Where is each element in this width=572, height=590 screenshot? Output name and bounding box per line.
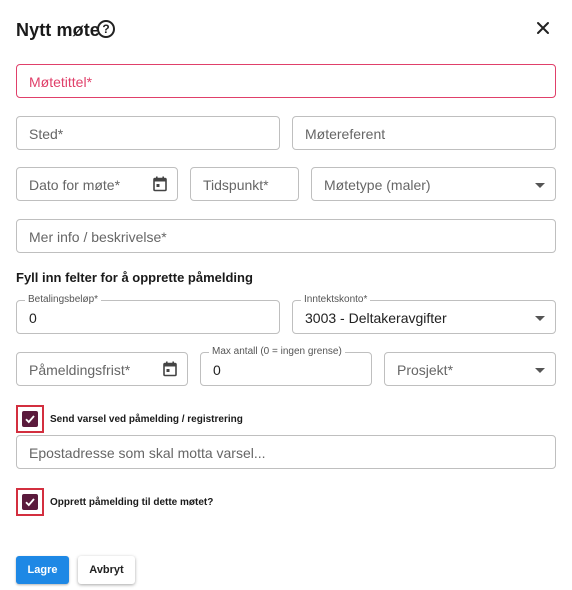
notify-email-input[interactable]: Epostadresse som skal motta varsel... — [16, 435, 556, 469]
fee-value: 0 — [29, 310, 37, 326]
meeting-type-select[interactable]: Møtetype (maler) — [311, 167, 556, 201]
meeting-type-placeholder: Møtetype (maler) — [324, 177, 431, 193]
create-registration-checkbox-label: Opprett påmelding til dette møtet? — [50, 497, 214, 508]
help-icon[interactable]: ? — [97, 20, 115, 38]
notify-email-placeholder: Epostadresse som skal motta varsel... — [29, 445, 266, 461]
deadline-placeholder: Påmeldingsfrist* — [29, 362, 131, 378]
cancel-button[interactable]: Avbryt — [78, 556, 135, 584]
registration-section-title: Fyll inn felter for å opprette påmelding — [16, 270, 253, 285]
time-placeholder: Tidspunkt* — [203, 177, 269, 193]
description-placeholder: Mer info / beskrivelse* — [29, 229, 167, 245]
minute-taker-placeholder: Møtereferent — [305, 126, 386, 142]
meeting-date-placeholder: Dato for møte* — [29, 177, 121, 193]
description-input[interactable]: Mer info / beskrivelse* — [16, 219, 556, 253]
income-account-label: Inntektskonto* — [301, 294, 371, 306]
chevron-down-icon — [535, 368, 545, 373]
location-placeholder: Sted* — [29, 126, 64, 142]
time-input[interactable]: Tidspunkt* — [190, 167, 299, 201]
dialog-header: Nytt møte ? — [16, 18, 556, 44]
notify-checkbox-label: Send varsel ved påmelding / registrering — [50, 414, 243, 425]
max-count-input[interactable]: Max antall (0 = ingen grense) 0 — [200, 346, 372, 386]
notify-checkbox[interactable] — [16, 405, 44, 433]
meeting-date-input[interactable]: Dato for møte* — [16, 167, 178, 201]
chevron-down-icon — [535, 316, 545, 321]
create-registration-checkbox[interactable] — [16, 488, 44, 516]
income-account-value: 3003 - Deltakeravgifter — [305, 310, 447, 326]
minute-taker-input[interactable]: Møtereferent — [292, 116, 556, 150]
checkmark-icon — [22, 494, 38, 510]
calendar-icon[interactable] — [153, 176, 167, 192]
close-icon[interactable] — [534, 19, 552, 37]
dialog-title: Nytt møte — [16, 20, 100, 40]
project-select[interactable]: Prosjekt* — [384, 352, 556, 386]
meeting-title-placeholder: Møtetittel* — [29, 74, 93, 90]
location-input[interactable]: Sted* — [16, 116, 280, 150]
project-placeholder: Prosjekt* — [397, 362, 454, 378]
calendar-icon[interactable] — [163, 361, 177, 377]
fee-input[interactable]: Betalingsbeløp* 0 — [16, 294, 280, 334]
save-button[interactable]: Lagre — [16, 556, 69, 584]
fee-label: Betalingsbeløp* — [25, 294, 102, 306]
max-count-label: Max antall (0 = ingen grense) — [209, 346, 345, 358]
chevron-down-icon — [535, 183, 545, 188]
max-count-value: 0 — [213, 362, 221, 378]
deadline-input[interactable]: Påmeldingsfrist* — [16, 352, 188, 386]
meeting-title-input[interactable]: Møtetittel* — [16, 64, 556, 98]
checkmark-icon — [22, 411, 38, 427]
income-account-select[interactable]: Inntektskonto* 3003 - Deltakeravgifter — [292, 294, 556, 334]
